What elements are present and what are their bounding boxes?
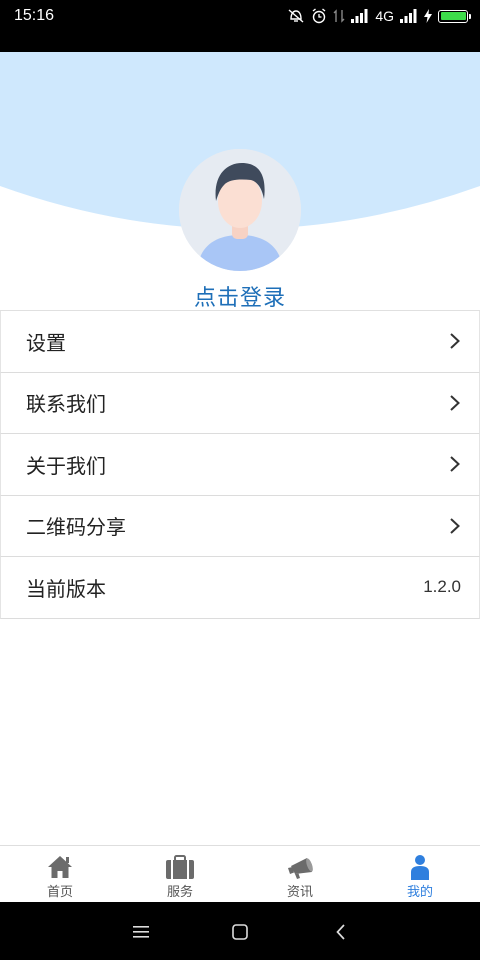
chevron-right-icon	[450, 518, 460, 534]
charging-icon	[424, 9, 432, 23]
data-icon	[333, 9, 345, 23]
briefcase-icon	[165, 852, 195, 880]
chevron-right-icon	[450, 333, 460, 349]
profile-header: 点击登录	[0, 52, 480, 310]
menu-item-label: 当前版本	[26, 576, 106, 601]
login-link[interactable]: 点击登录	[0, 280, 480, 310]
menu-item-version: 当前版本 1.2.0	[0, 557, 480, 619]
tab-service[interactable]: 服务	[120, 846, 240, 902]
system-nav-bar	[0, 902, 480, 960]
alarm-icon	[312, 8, 326, 24]
bottom-tab-bar: 首页 服务 资讯 我的	[0, 845, 480, 902]
user-avatar-icon[interactable]	[179, 149, 301, 271]
settings-menu: 设置 联系我们 关于我们 二维码分享 当前版本 1.2.0	[0, 310, 480, 619]
home-icon	[45, 852, 75, 880]
tab-label: 我的	[406, 885, 433, 900]
tab-home[interactable]: 首页	[0, 846, 120, 902]
tab-label: 资讯	[286, 885, 313, 900]
chevron-right-icon	[450, 395, 460, 411]
status-icons: 4G	[287, 6, 471, 26]
back-icon[interactable]	[331, 922, 351, 942]
tab-news[interactable]: 资讯	[240, 846, 360, 902]
megaphone-icon	[285, 852, 315, 880]
chevron-right-icon	[450, 456, 460, 472]
menu-item-label: 二维码分享	[26, 515, 126, 540]
signal-icon	[351, 9, 368, 23]
dnd-icon	[288, 9, 304, 23]
person-icon	[405, 852, 435, 880]
status-bar: 15:16 4G	[0, 0, 480, 52]
tab-label: 服务	[166, 885, 193, 900]
menu-item-label: 联系我们	[26, 392, 106, 417]
menu-item-contact-us[interactable]: 联系我们	[0, 372, 480, 434]
tab-mine[interactable]: 我的	[360, 846, 480, 902]
menu-item-label: 设置	[26, 330, 66, 355]
menu-item-about-us[interactable]: 关于我们	[0, 434, 480, 496]
menu-item-settings[interactable]: 设置	[0, 311, 480, 373]
network-label: 4G	[375, 8, 394, 24]
battery-icon	[438, 9, 471, 23]
menu-item-qr-share[interactable]: 二维码分享	[0, 495, 480, 557]
version-value: 1.2.0	[423, 577, 461, 597]
battery-fill	[440, 12, 466, 20]
home-square-icon[interactable]	[230, 922, 250, 942]
menu-icon[interactable]	[131, 922, 151, 942]
tab-label: 首页	[46, 885, 73, 900]
signal-icon	[400, 9, 417, 23]
menu-item-label: 关于我们	[26, 453, 106, 478]
status-time: 15:16	[14, 7, 55, 24]
